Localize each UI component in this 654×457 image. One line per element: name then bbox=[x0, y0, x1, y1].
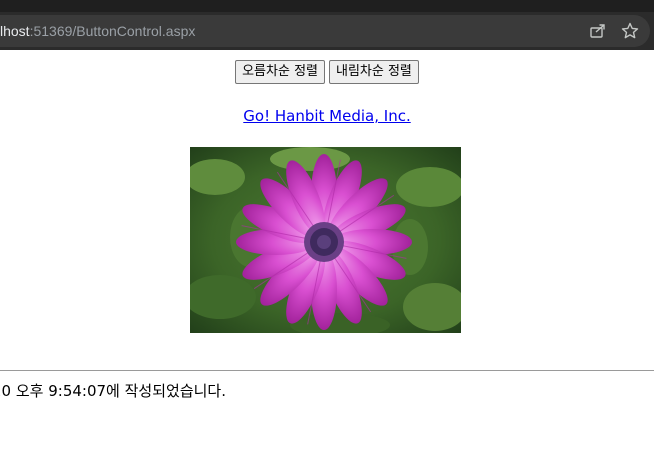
hanbit-link[interactable]: Go! Hanbit Media, Inc. bbox=[243, 107, 410, 125]
page-content: 오름차순 정렬 내림차순 정렬 Go! Hanbit Media, Inc. 2… bbox=[0, 50, 654, 457]
star-icon[interactable] bbox=[620, 21, 640, 41]
created-time-label: 20 오후 9:54:07에 작성되었습니다. bbox=[0, 382, 226, 400]
browser-window: lhost:51369/ButtonControl.aspx 오름차순 정렬 내림… bbox=[0, 0, 654, 457]
url-path: :51369/ButtonControl.aspx bbox=[29, 23, 196, 39]
link-row: Go! Hanbit Media, Inc. bbox=[0, 105, 654, 127]
flower-image bbox=[190, 147, 461, 333]
sort-descending-button[interactable]: 내림차순 정렬 bbox=[329, 60, 419, 84]
horizontal-rule bbox=[0, 370, 654, 371]
share-icon[interactable] bbox=[588, 21, 608, 41]
button-row: 오름차순 정렬 내림차순 정렬 bbox=[0, 60, 654, 84]
url-host: lhost bbox=[0, 23, 30, 39]
sort-ascending-button[interactable]: 오름차순 정렬 bbox=[235, 60, 325, 84]
address-text[interactable]: lhost:51369/ButtonControl.aspx bbox=[0, 21, 195, 41]
tab-strip bbox=[0, 0, 654, 12]
